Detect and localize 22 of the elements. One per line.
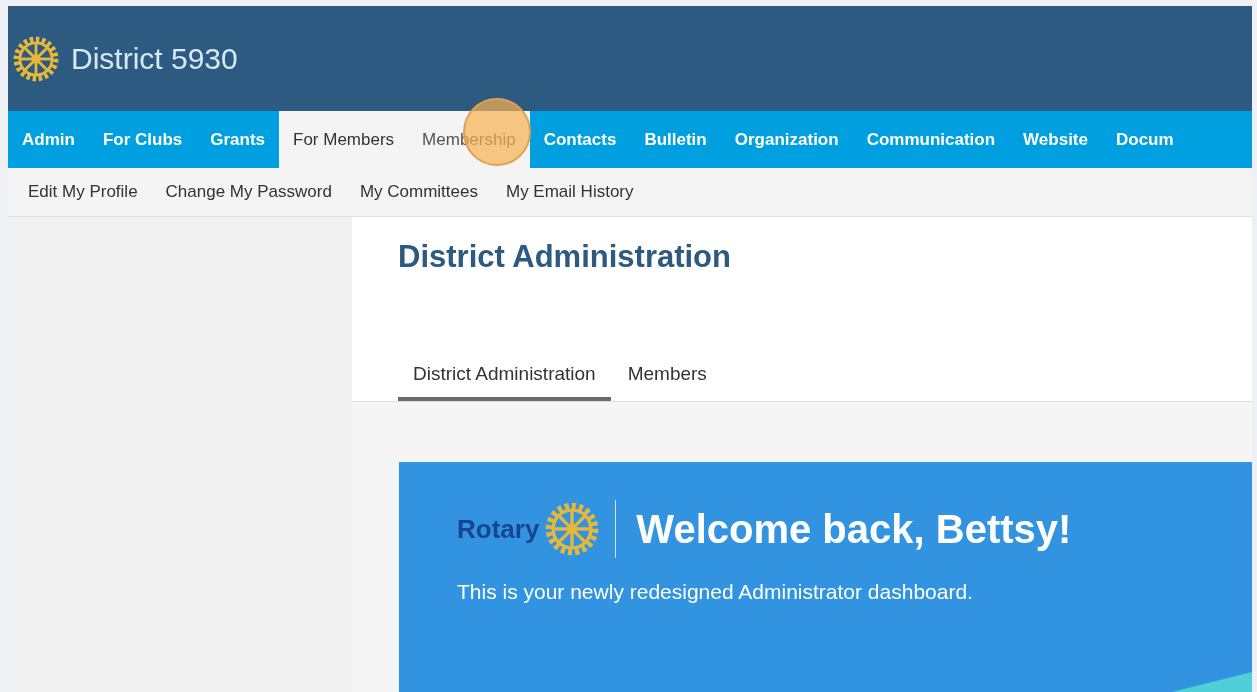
welcome-heading: Welcome back, Bettsy! bbox=[636, 506, 1072, 552]
nav-tab[interactable]: Website bbox=[1009, 111, 1102, 168]
nav-tab[interactable]: For Clubs bbox=[88, 111, 197, 168]
nav-tab[interactable]: For Members bbox=[279, 111, 409, 168]
subnav-link[interactable]: My Email History bbox=[492, 182, 648, 202]
subnav-link[interactable]: Change My Password bbox=[151, 182, 346, 202]
site-title: District 5930 bbox=[71, 41, 238, 76]
subnav-link[interactable]: Edit My Profile bbox=[14, 182, 152, 202]
subnav-link[interactable]: My Committees bbox=[345, 182, 492, 202]
page-tab[interactable]: Members bbox=[612, 355, 722, 401]
nav-tab[interactable]: Contacts bbox=[529, 111, 631, 168]
brand-name: Rotary bbox=[457, 513, 540, 545]
nav-tab[interactable]: Communication bbox=[852, 111, 1010, 168]
nav-tab[interactable]: Docum bbox=[1101, 111, 1188, 168]
welcome-text: This is your newly redesigned Administrator dashboard. bbox=[457, 580, 974, 604]
page-title: District Administration bbox=[398, 239, 732, 275]
nav-tab[interactable]: Admin bbox=[8, 111, 89, 168]
rotary-wheel-icon bbox=[13, 35, 59, 82]
nav-tab[interactable]: Grants bbox=[196, 111, 280, 168]
nav-tab[interactable]: Organization bbox=[720, 111, 853, 168]
nav-tab[interactable]: Bulletin bbox=[630, 111, 721, 168]
rotary-wheel-icon bbox=[545, 502, 600, 556]
